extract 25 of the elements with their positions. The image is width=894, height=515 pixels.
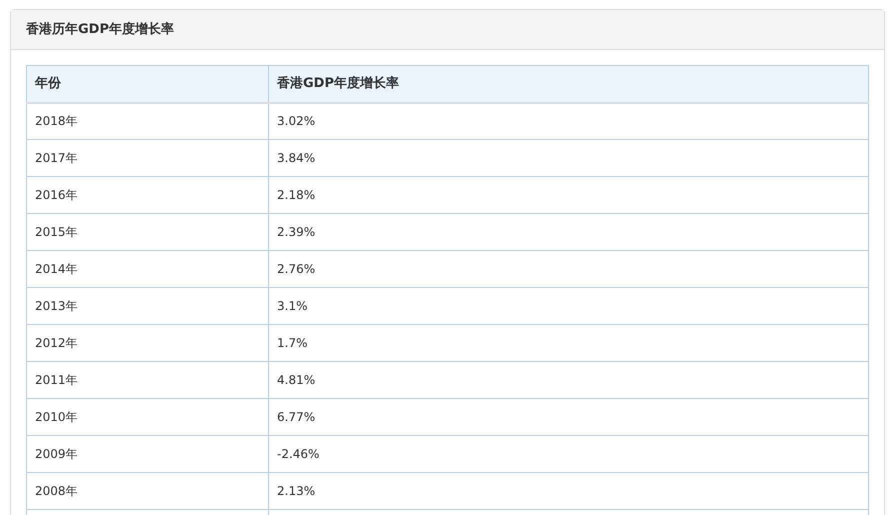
table-cell: 2.18% xyxy=(268,176,868,214)
table-cell: 3.84% xyxy=(268,140,868,176)
table-cell: 2017年 xyxy=(26,140,268,176)
table-cell: 1.7% xyxy=(268,324,868,362)
table-cell: 2.13% xyxy=(268,472,868,510)
table-cell: 2008年 xyxy=(26,472,268,510)
table-cell: 2015年 xyxy=(26,214,268,250)
table-cell: 3.1% xyxy=(268,288,868,324)
panel-title: 香港历年GDP年度增长率 xyxy=(26,20,174,39)
table-cell: 2013年 xyxy=(26,288,268,324)
column-header: 香港GDP年度增长率 xyxy=(268,66,868,102)
table-cell: 3.02% xyxy=(268,102,868,140)
table-cell: 2009年 xyxy=(26,436,268,472)
table-cell: 2012年 xyxy=(26,324,268,362)
table-cell: 2018年 xyxy=(26,102,268,140)
table-cell: 2.39% xyxy=(268,214,868,250)
table-cell: 4.81% xyxy=(268,362,868,398)
table-cell: 6.77% xyxy=(268,398,868,436)
table-cell: 2014年 xyxy=(26,250,268,288)
table-cell: 2010年 xyxy=(26,398,268,436)
table-cell: 2016年 xyxy=(26,176,268,214)
column-header: 年份 xyxy=(26,66,268,102)
table-cell: 2.76% xyxy=(268,250,868,288)
table-cell: -2.46% xyxy=(268,436,868,472)
table-cell: 2011年 xyxy=(26,362,268,398)
